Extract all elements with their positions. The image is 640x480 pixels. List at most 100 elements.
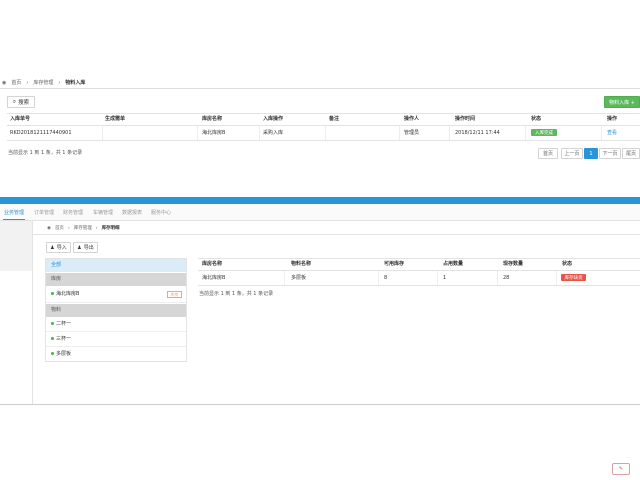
tree-item-label: 二杯一 xyxy=(56,321,72,327)
top-panel: ◉ 首页 › 库存管理 › 物料入库 ⌕ 搜索 物料入库 + 入库单号 生成需单… xyxy=(0,76,640,194)
header-occupied: 占用数量 xyxy=(443,261,464,267)
page-1-label: 1 xyxy=(589,150,593,157)
tree-item-content: 多层板 xyxy=(51,352,71,357)
pagination-info: 当前显示 1 到 1 条，共 1 条记录 xyxy=(8,150,83,156)
tab-business[interactable]: 业务管理 xyxy=(4,211,24,216)
user-export-icon: ♟ xyxy=(77,244,82,251)
tree-all-row[interactable]: 全部 xyxy=(46,259,186,272)
pagination-info: 当前显示 1 到 1 条，共 1 条记录 xyxy=(199,291,274,297)
watermark-logo: ✎ xyxy=(612,463,630,475)
tab-reports[interactable]: 数据报表 xyxy=(122,211,142,216)
page-prev[interactable]: 上一页 xyxy=(561,148,583,159)
cell-time: 2018/12/11 17:44 xyxy=(455,130,500,136)
header-action: 操作 xyxy=(607,116,618,122)
cell-divider xyxy=(437,271,438,285)
tab-finance[interactable]: 财务管理 xyxy=(63,211,83,216)
status-badge: 入库完成 xyxy=(531,129,557,136)
tree-warehouse-header-label: 库房 xyxy=(51,276,62,282)
tree-item[interactable]: 海北库房B 库房 xyxy=(46,287,186,303)
page-last[interactable]: 尾页 xyxy=(622,148,640,159)
tree-item[interactable]: 三杯一 xyxy=(46,333,186,347)
cell-warehouse: 海北库房B xyxy=(202,275,226,281)
tree-item-tag: 库房 xyxy=(167,291,182,298)
status-badge: 库存缺货 xyxy=(561,274,586,281)
green-dot-icon xyxy=(51,292,54,295)
tab-vehicles[interactable]: 车辆管理 xyxy=(93,211,113,216)
view-link[interactable]: 查看 xyxy=(607,131,617,136)
page-last-label: 尾页 xyxy=(625,151,636,157)
tree-all-label: 全部 xyxy=(51,262,62,268)
page-first-label: 首页 xyxy=(542,151,553,157)
cell-divider xyxy=(102,126,103,140)
export-button[interactable]: ♟ 导出 xyxy=(73,242,98,253)
cell-available: 8 xyxy=(384,275,388,281)
green-dot-icon xyxy=(51,352,54,355)
cell-divider xyxy=(378,271,379,285)
header-status: 状态 xyxy=(562,261,573,267)
tree-item[interactable]: 二杯一 xyxy=(46,318,186,332)
divider xyxy=(33,234,640,235)
header-source-order: 生成需单 xyxy=(105,116,126,122)
cell-divider xyxy=(497,271,498,285)
divider xyxy=(198,285,640,286)
module-tabs: 业务管理 订单管理 财务管理 车辆管理 数据报表 服务中心 xyxy=(0,205,640,221)
breadcrumb: ◉ 首页 › 库存管理 › 物料入库 xyxy=(2,81,85,86)
cell-divider xyxy=(601,126,602,140)
search-button[interactable]: ⌕ 搜索 xyxy=(7,96,35,108)
add-inbound-button[interactable]: 物料入库 + xyxy=(604,96,640,108)
breadcrumb-home[interactable]: 首页 xyxy=(11,81,21,86)
breadcrumb-inventory[interactable]: 库存管理 xyxy=(33,81,53,86)
user-import-icon: ♟ xyxy=(50,244,55,251)
tree-warehouse-header[interactable]: 库房 xyxy=(46,273,186,286)
page-next-label: 下一页 xyxy=(602,151,618,157)
divider xyxy=(0,88,640,89)
cell-divider xyxy=(525,126,526,140)
tree-material-header-label: 物料 xyxy=(51,307,62,313)
tab-active-underline xyxy=(3,219,25,220)
cell-operator: 管理员 xyxy=(404,130,420,136)
tree-item-content: 三杯一 xyxy=(51,337,71,342)
tree-item-content: 二杯一 xyxy=(51,322,71,327)
cell-divider xyxy=(284,271,285,285)
green-dot-icon xyxy=(51,337,54,340)
breadcrumb-current: 物料入库 xyxy=(65,80,86,86)
header-available: 可用库存 xyxy=(384,261,405,267)
content-divider xyxy=(32,221,33,404)
breadcrumb-home[interactable]: 首页 xyxy=(55,226,64,232)
header-current: 现存数量 xyxy=(503,261,524,267)
cell-divider xyxy=(449,126,450,140)
chevron-right-icon: › xyxy=(26,80,29,86)
cell-occupied: 1 xyxy=(443,275,447,281)
tree-item-content: 海北库房B xyxy=(51,292,79,297)
cell-divider xyxy=(399,126,400,140)
header-warehouse: 库房名称 xyxy=(202,116,223,122)
cell-order-no: RKD20181211174409​01 xyxy=(10,130,72,136)
tree-item-label: 三杯一 xyxy=(56,336,72,342)
home-icon: ◉ xyxy=(47,226,51,231)
divider xyxy=(7,113,640,114)
accent-band xyxy=(0,197,640,204)
breadcrumb: ◉ 首页 › 库存管理 › 库存明细 xyxy=(47,226,120,232)
page-prev-label: 上一页 xyxy=(564,151,580,157)
divider xyxy=(198,258,640,259)
cell-divider xyxy=(325,126,326,140)
home-icon: ◉ xyxy=(2,80,7,86)
tab-orders[interactable]: 订单管理 xyxy=(34,211,54,216)
header-status: 状态 xyxy=(531,116,542,122)
breadcrumb-inventory[interactable]: 库存管理 xyxy=(74,226,92,232)
cell-material: 多层板 xyxy=(291,275,307,281)
tree-panel: 全部 库房 海北库房B 库房 物料 二杯一 三杯一 多层板 xyxy=(45,258,187,362)
divider xyxy=(7,140,640,141)
header-material: 物料名称 xyxy=(291,261,312,267)
page-1[interactable]: 1 xyxy=(584,148,598,159)
header-operator: 操作人 xyxy=(404,116,420,122)
import-button[interactable]: ♟ 导入 xyxy=(46,242,71,253)
tree-material-header[interactable]: 物料 xyxy=(46,304,186,317)
cell-current: 28 xyxy=(503,275,510,281)
tab-service[interactable]: 服务中心 xyxy=(151,211,171,216)
page-next[interactable]: 下一页 xyxy=(599,148,621,159)
cell-warehouse: 海北库房B xyxy=(202,130,226,136)
page-first[interactable]: 首页 xyxy=(538,148,558,159)
tree-item[interactable]: 多层板 xyxy=(46,348,186,362)
tree-item-label: 多层板 xyxy=(56,351,72,357)
